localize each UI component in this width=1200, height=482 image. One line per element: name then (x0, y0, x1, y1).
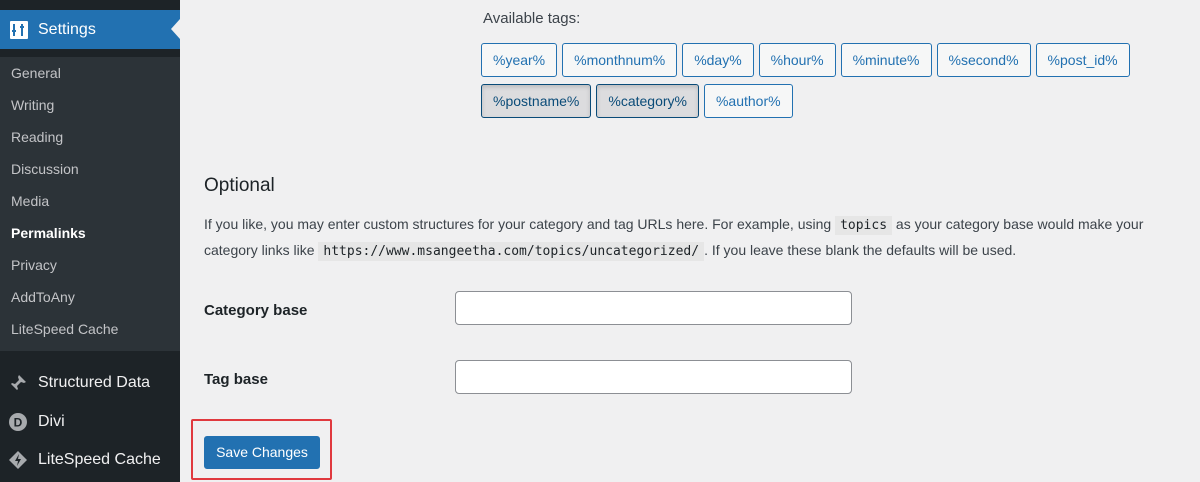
tag-button-author[interactable]: %author% (703, 84, 793, 118)
tag-button-postname[interactable]: %postname% (481, 84, 592, 118)
tag-base-label: Tag base (204, 371, 268, 388)
svg-text:D: D (14, 415, 23, 429)
submenu-item-media[interactable]: Media (0, 185, 180, 217)
category-base-label: Category base (204, 302, 308, 319)
tag-button-category[interactable]: %category% (596, 84, 699, 118)
tag-row-2: %postname% %category% %author% (481, 84, 793, 118)
desc-text-1: If you like, you may enter custom struct… (204, 216, 832, 232)
tag-base-input[interactable] (455, 360, 852, 394)
tag-button-hour[interactable]: %hour% (758, 43, 836, 77)
desc-code-topics: topics (835, 216, 893, 235)
current-menu-arrow (171, 19, 180, 39)
menu-item-label: Divi (38, 412, 65, 430)
tag-button-day[interactable]: %day% (682, 43, 754, 77)
lower-menu: Structured Data D Divi LiteSpeed Cache (0, 364, 180, 480)
desc-text-3: . If you leave these blank the defaults … (704, 242, 1017, 258)
tag-button-year[interactable]: %year% (481, 43, 558, 77)
submenu-item-permalinks[interactable]: Permalinks (0, 217, 180, 249)
main-content: Available tags: %year% %monthnum% %day% … (180, 0, 1200, 482)
submenu-item-privacy[interactable]: Privacy (0, 249, 180, 281)
tag-button-minute[interactable]: %minute% (840, 43, 932, 77)
optional-description: If you like, you may enter custom struct… (204, 212, 1194, 264)
submenu-item-reading[interactable]: Reading (0, 121, 180, 153)
available-tags-label: Available tags: (483, 10, 581, 27)
settings-submenu: General Writing Reading Discussion Media… (0, 57, 180, 351)
submenu-item-general[interactable]: General (0, 57, 180, 89)
desc-code-url: https://www.msangeetha.com/topics/uncate… (318, 242, 705, 261)
menu-item-divi[interactable]: D Divi (0, 403, 180, 442)
optional-section-title: Optional (204, 175, 275, 196)
tag-row-1: %year% %monthnum% %day% %hour% %minute% … (481, 43, 1130, 77)
admin-sidebar: Settings General Writing Reading Discuss… (0, 0, 180, 482)
submenu-item-discussion[interactable]: Discussion (0, 153, 180, 185)
litespeed-icon (8, 450, 28, 470)
tag-button-second[interactable]: %second% (936, 43, 1031, 77)
menu-item-label: LiteSpeed Cache (38, 451, 161, 469)
settings-menu-header[interactable]: Settings (0, 10, 180, 49)
settings-sliders-icon (9, 20, 29, 40)
tag-button-monthnum[interactable]: %monthnum% (562, 43, 678, 77)
submenu-item-writing[interactable]: Writing (0, 89, 180, 121)
menu-item-label: Structured Data (38, 374, 151, 392)
menu-item-structured-data[interactable]: Structured Data (0, 364, 180, 403)
menu-item-litespeed-cache[interactable]: LiteSpeed Cache (0, 441, 180, 480)
submenu-item-addtoany[interactable]: AddToAny (0, 281, 180, 313)
save-changes-button[interactable]: Save Changes (204, 436, 320, 469)
pin-icon (8, 373, 28, 393)
tag-button-post-id[interactable]: %post_id% (1035, 43, 1130, 77)
submenu-item-litespeed-cache[interactable]: LiteSpeed Cache (0, 313, 180, 345)
settings-menu-label: Settings (38, 20, 96, 38)
divi-icon: D (8, 412, 28, 432)
category-base-input[interactable] (455, 291, 852, 325)
